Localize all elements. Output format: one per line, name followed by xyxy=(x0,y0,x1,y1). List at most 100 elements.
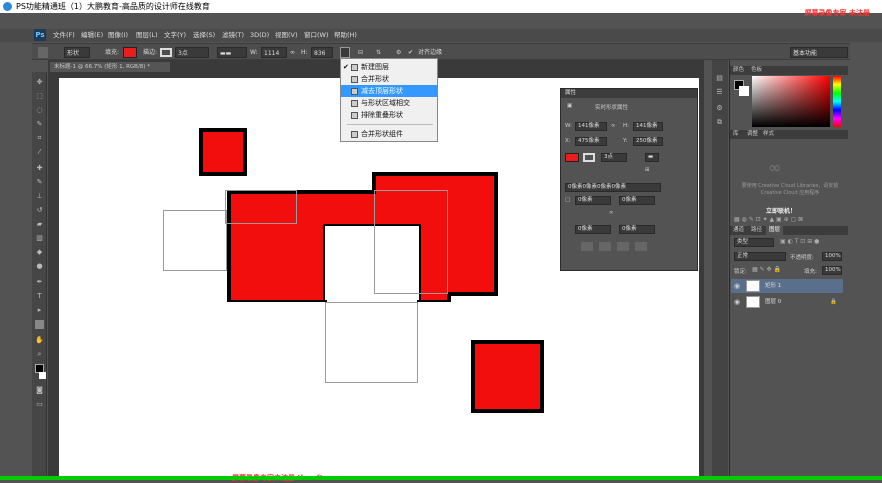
link-icon[interactable]: ∞ xyxy=(290,47,295,58)
history-brush-tool-icon[interactable]: ↺ xyxy=(35,206,44,215)
workspace-select[interactable]: 基本功能 xyxy=(790,47,848,58)
width-field[interactable]: 141像素 xyxy=(575,122,607,131)
fill-field[interactable]: 100% xyxy=(822,266,842,275)
selected-red-square[interactable] xyxy=(471,340,544,413)
crop-tool-icon[interactable]: ⌗ xyxy=(35,134,44,143)
path-alignment-icon[interactable]: ⊟ xyxy=(358,47,368,58)
stroke-type-select[interactable]: ▬▬ xyxy=(217,47,247,58)
align-edges-checkbox[interactable]: ✔ xyxy=(408,47,413,58)
brush-settings-icon[interactable]: ⚙ xyxy=(715,104,724,113)
gear-icon[interactable]: ⚙ xyxy=(396,47,401,58)
stroke-swatch[interactable] xyxy=(160,48,172,57)
fill-swatch[interactable] xyxy=(123,47,137,58)
stroke-type-select[interactable]: ▬ xyxy=(645,153,659,162)
layer-row[interactable]: ◉ 图层 0 🔒 xyxy=(731,295,843,309)
menu-layer[interactable]: 图层(L) xyxy=(136,29,158,42)
properties-tab[interactable]: 属性 xyxy=(561,89,697,98)
menu-filter[interactable]: 滤镜(T) xyxy=(222,29,244,42)
document-tab[interactable]: 未标题-1 @ 66.7% (矩形 1, RGB/8) * xyxy=(50,62,170,72)
color-spectrum[interactable] xyxy=(752,76,830,127)
clone-source-icon[interactable]: ⧉ xyxy=(715,118,724,127)
zoom-tool-icon[interactable]: ⌕ xyxy=(35,350,44,359)
menu-help[interactable]: 帮助(H) xyxy=(334,29,357,42)
tab-color[interactable]: 颜色 xyxy=(730,66,747,75)
history-icon[interactable]: ▤ xyxy=(715,74,724,83)
layer-filter-icons[interactable]: ▣ ◐ T ⊡ ⊞ ● xyxy=(780,238,819,245)
brush-tool-icon[interactable]: ✎ xyxy=(35,178,44,187)
lock-icons[interactable]: ▦ ✎ ✥ 🔒 xyxy=(752,266,781,273)
background-color-icon[interactable] xyxy=(39,372,46,379)
layer-kind-filter[interactable]: 类型 xyxy=(734,238,774,247)
menu-select[interactable]: 选择(S) xyxy=(193,29,215,42)
menu-image[interactable]: 图像(I) xyxy=(108,29,128,42)
link-icon[interactable]: ∞ xyxy=(611,123,616,129)
menu-item-new-layer[interactable]: ✔ 新建图层 xyxy=(341,61,437,73)
tab-channels[interactable]: 通道 xyxy=(730,226,747,235)
menu-view[interactable]: 视图(V) xyxy=(275,29,298,42)
link-corners-icon[interactable]: ∞ xyxy=(609,210,614,216)
rectangle-tool-icon[interactable] xyxy=(35,320,44,329)
quick-mask-icon[interactable]: ◙ xyxy=(35,386,44,395)
blur-tool-icon[interactable]: ◆ xyxy=(35,248,44,257)
shape-mode-select[interactable]: 形状 xyxy=(64,47,90,58)
dodge-tool-icon[interactable]: ● xyxy=(35,262,44,271)
connect-link[interactable]: 立即联机！ xyxy=(766,206,796,215)
blend-mode-select[interactable]: 正常 xyxy=(734,252,786,261)
library-tools-icons[interactable]: ▦ ◍ ✎ ⊡ ✦ ▲ ▣ ⊕ ▢ ⊠ xyxy=(734,216,803,223)
eye-icon[interactable]: ◉ xyxy=(734,295,740,309)
y-field[interactable]: 250像素 xyxy=(633,137,663,146)
gradient-tool-icon[interactable]: ▥ xyxy=(35,234,44,243)
properties-icon[interactable]: ☰ xyxy=(715,88,724,97)
path-subtract-icon[interactable] xyxy=(599,242,611,251)
path-arrangement-icon[interactable]: ⇅ xyxy=(376,47,386,58)
menu-item-merge-components[interactable]: 合并形状组件 xyxy=(341,128,437,140)
corner-tl-field[interactable]: 0像素 xyxy=(575,196,611,205)
tab-swatches[interactable]: 色板 xyxy=(748,66,765,75)
tab-styles[interactable]: 样式 xyxy=(760,130,777,139)
height-field[interactable]: 141像素 xyxy=(633,122,663,131)
stamp-tool-icon[interactable]: ⊥ xyxy=(35,192,44,201)
stroke-width-field[interactable]: 3点 xyxy=(601,153,627,162)
tab-libraries[interactable]: 库 xyxy=(730,130,742,139)
hand-tool-icon[interactable]: ✋ xyxy=(35,336,44,345)
align-stroke-icon[interactable]: ⊞ xyxy=(645,167,650,173)
menu-item-exclude-overlapping[interactable]: 排除重叠形状 xyxy=(341,109,437,121)
path-combine-icon[interactable] xyxy=(581,242,593,251)
layer-row[interactable]: ◉ 矩形 1 xyxy=(731,279,843,293)
menu-item-combine-shapes[interactable]: 合并形状 xyxy=(341,73,437,85)
corner-bl-field[interactable]: 0像素 xyxy=(575,225,611,234)
healing-tool-icon[interactable]: ✚ xyxy=(35,164,44,173)
menu-type[interactable]: 文字(Y) xyxy=(164,29,186,42)
move-tool-icon[interactable]: ✥ xyxy=(35,78,44,87)
menu-window[interactable]: 窗口(W) xyxy=(304,29,329,42)
path-select-tool-icon[interactable]: ▸ xyxy=(35,306,44,315)
small-red-square[interactable] xyxy=(199,128,247,176)
marquee-tool-icon[interactable]: ⬚ xyxy=(35,92,44,101)
opacity-field[interactable]: 100% xyxy=(822,252,842,261)
path-intersect-icon[interactable] xyxy=(617,242,629,251)
eyedropper-tool-icon[interactable]: ⁄ xyxy=(35,148,44,157)
background-color[interactable] xyxy=(739,86,749,96)
menu-item-subtract-front-shape[interactable]: 减去顶层形状 xyxy=(341,85,437,97)
eye-icon[interactable]: ◉ xyxy=(734,279,740,293)
quick-select-tool-icon[interactable]: ✎ xyxy=(35,120,44,129)
corner-br-field[interactable]: 0像素 xyxy=(619,225,655,234)
lasso-tool-icon[interactable]: ◌ xyxy=(35,106,44,115)
menu-3d[interactable]: 3D(D) xyxy=(250,29,269,42)
path-operations-icon[interactable] xyxy=(340,47,350,58)
tab-adjustments[interactable]: 调整 xyxy=(744,130,761,139)
tab-layers[interactable]: 图层 xyxy=(766,226,784,235)
x-field[interactable]: 475像素 xyxy=(575,137,607,146)
menu-item-intersect-shapes[interactable]: 与形状区域相交 xyxy=(341,97,437,109)
eraser-tool-icon[interactable]: ▰ xyxy=(35,220,44,229)
corner-tr-field[interactable]: 0像素 xyxy=(619,196,655,205)
fill-swatch[interactable] xyxy=(565,153,579,162)
tool-preset-icon[interactable] xyxy=(38,47,48,58)
type-tool-icon[interactable]: T xyxy=(35,292,44,301)
hue-slider[interactable] xyxy=(833,76,841,127)
corner-radius-field[interactable]: 0像素0像素0像素0像素 xyxy=(565,183,661,192)
menu-file[interactable]: 文件(F) xyxy=(53,29,75,42)
pen-tool-icon[interactable]: ✒ xyxy=(35,278,44,287)
stroke-width-field[interactable]: 3点 xyxy=(175,47,209,58)
stroke-swatch[interactable] xyxy=(583,153,595,162)
